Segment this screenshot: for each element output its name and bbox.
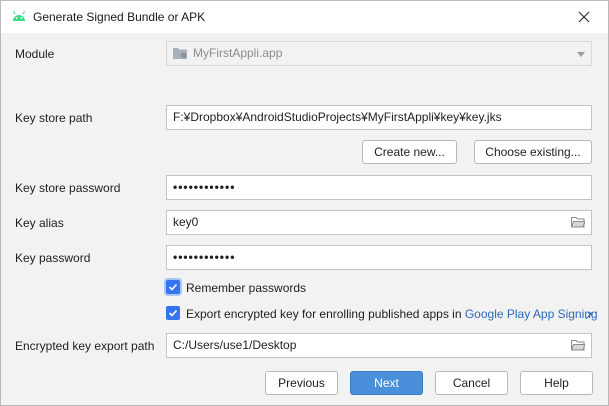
keystore-password-mask: •••••••••••• bbox=[173, 180, 236, 194]
module-label: Module bbox=[15, 47, 55, 61]
key-password-mask: •••••••••••• bbox=[173, 250, 236, 264]
export-path-input[interactable]: C:/Users/use1/Desktop bbox=[166, 333, 592, 358]
choose-existing-button[interactable]: Choose existing... bbox=[474, 140, 592, 164]
module-value: MyFirstAppli.app bbox=[193, 46, 283, 60]
dialog-title: Generate Signed Bundle or APK bbox=[33, 10, 206, 24]
module-dropdown[interactable]: MyFirstAppli.app bbox=[166, 41, 592, 66]
external-link-icon[interactable] bbox=[585, 312, 593, 320]
next-button[interactable]: Next bbox=[350, 371, 423, 395]
android-icon bbox=[12, 11, 26, 21]
checkmark-icon bbox=[168, 283, 178, 291]
key-alias-label: Key alias bbox=[15, 216, 64, 230]
close-button[interactable] bbox=[561, 1, 607, 32]
key-password-label: Key password bbox=[15, 251, 91, 265]
help-button[interactable]: Help bbox=[520, 371, 593, 395]
keystore-password-input[interactable]: •••••••••••• bbox=[166, 175, 592, 200]
module-folder-icon bbox=[173, 48, 187, 59]
folder-icon[interactable] bbox=[571, 339, 585, 351]
export-path-label: Encrypted key export path bbox=[15, 339, 155, 353]
dialog-window: Generate Signed Bundle or APK Module MyF… bbox=[0, 0, 609, 406]
remember-passwords-checkbox[interactable] bbox=[166, 280, 180, 294]
chevron-down-icon[interactable] bbox=[577, 52, 585, 57]
keystore-path-label: Key store path bbox=[15, 111, 93, 125]
key-alias-input[interactable]: key0 bbox=[166, 210, 592, 235]
checkmark-icon bbox=[168, 309, 178, 317]
previous-button[interactable]: Previous bbox=[265, 371, 338, 395]
folder-icon[interactable] bbox=[571, 216, 585, 228]
google-play-signing-link[interactable]: Google Play App Signing bbox=[465, 307, 598, 321]
export-key-text[interactable]: Export encrypted key for enrolling publi… bbox=[186, 307, 462, 321]
keystore-password-label: Key store password bbox=[15, 181, 121, 195]
cancel-button[interactable]: Cancel bbox=[435, 371, 508, 395]
export-key-checkbox[interactable] bbox=[166, 306, 180, 320]
title-bar: Generate Signed Bundle or APK bbox=[1, 1, 608, 33]
remember-passwords-label[interactable]: Remember passwords bbox=[186, 281, 306, 295]
create-new-button[interactable]: Create new... bbox=[362, 140, 457, 164]
key-password-input[interactable]: •••••••••••• bbox=[166, 245, 592, 270]
export-path-value: C:/Users/use1/Desktop bbox=[173, 338, 297, 352]
keystore-path-value: F:¥Dropbox¥AndroidStudioProjects¥MyFirst… bbox=[173, 110, 502, 124]
key-alias-value: key0 bbox=[173, 215, 199, 229]
close-icon[interactable] bbox=[578, 11, 590, 23]
keystore-path-input[interactable]: F:¥Dropbox¥AndroidStudioProjects¥MyFirst… bbox=[166, 105, 592, 130]
export-key-label: Export encrypted key for enrolling publi… bbox=[186, 307, 598, 321]
